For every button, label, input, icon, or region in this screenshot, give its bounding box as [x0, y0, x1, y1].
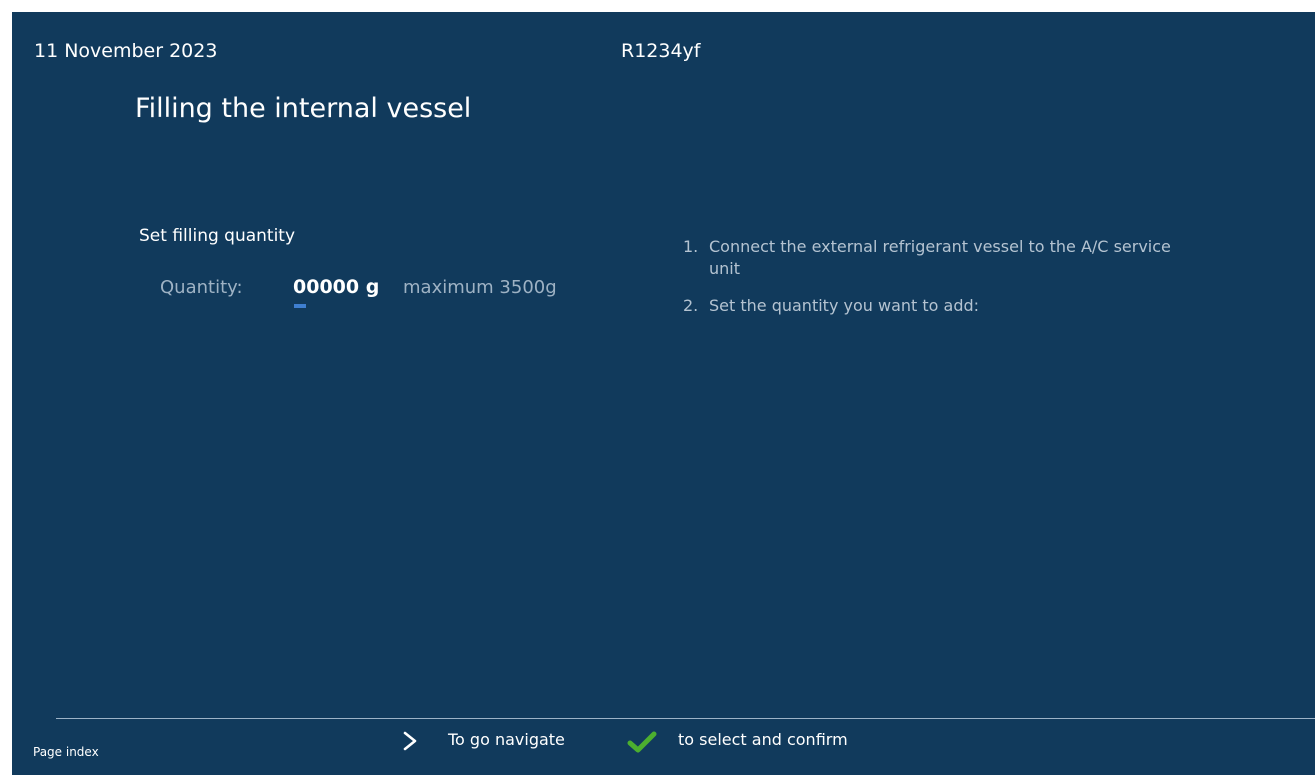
section-title: Set filling quantity [139, 226, 296, 246]
refrigerant-type: R1234yf [621, 40, 701, 62]
page-title: Filling the internal vessel [135, 93, 472, 124]
quantity-input[interactable]: 00000 g [293, 276, 379, 298]
step-text: Set the quantity you want to add: [709, 296, 980, 315]
check-icon [627, 731, 657, 753]
step-text: Connect the external refrigerant vessel … [709, 237, 1171, 278]
step-number: 1. [683, 237, 699, 256]
quantity-digit-cursor [294, 304, 306, 308]
header-date: 11 November 2023 [34, 40, 218, 62]
quantity-label: Quantity: [160, 277, 243, 298]
footer-divider [56, 718, 1315, 719]
page-index-link[interactable]: Page index [33, 745, 99, 759]
instruction-step: 2. Set the quantity you want to add: [683, 295, 1203, 317]
quantity-maximum-hint: maximum 3500g [403, 277, 557, 298]
chevron-right-icon [403, 731, 417, 751]
instructions-list: 1. Connect the external refrigerant vess… [683, 236, 1203, 332]
confirm-hint: to select and confirm [678, 730, 848, 749]
service-unit-screen: 11 November 2023 R1234yf Filling the int… [12, 12, 1315, 775]
instruction-step: 1. Connect the external refrigerant vess… [683, 236, 1203, 280]
step-number: 2. [683, 296, 699, 315]
navigate-hint: To go navigate [448, 730, 565, 749]
